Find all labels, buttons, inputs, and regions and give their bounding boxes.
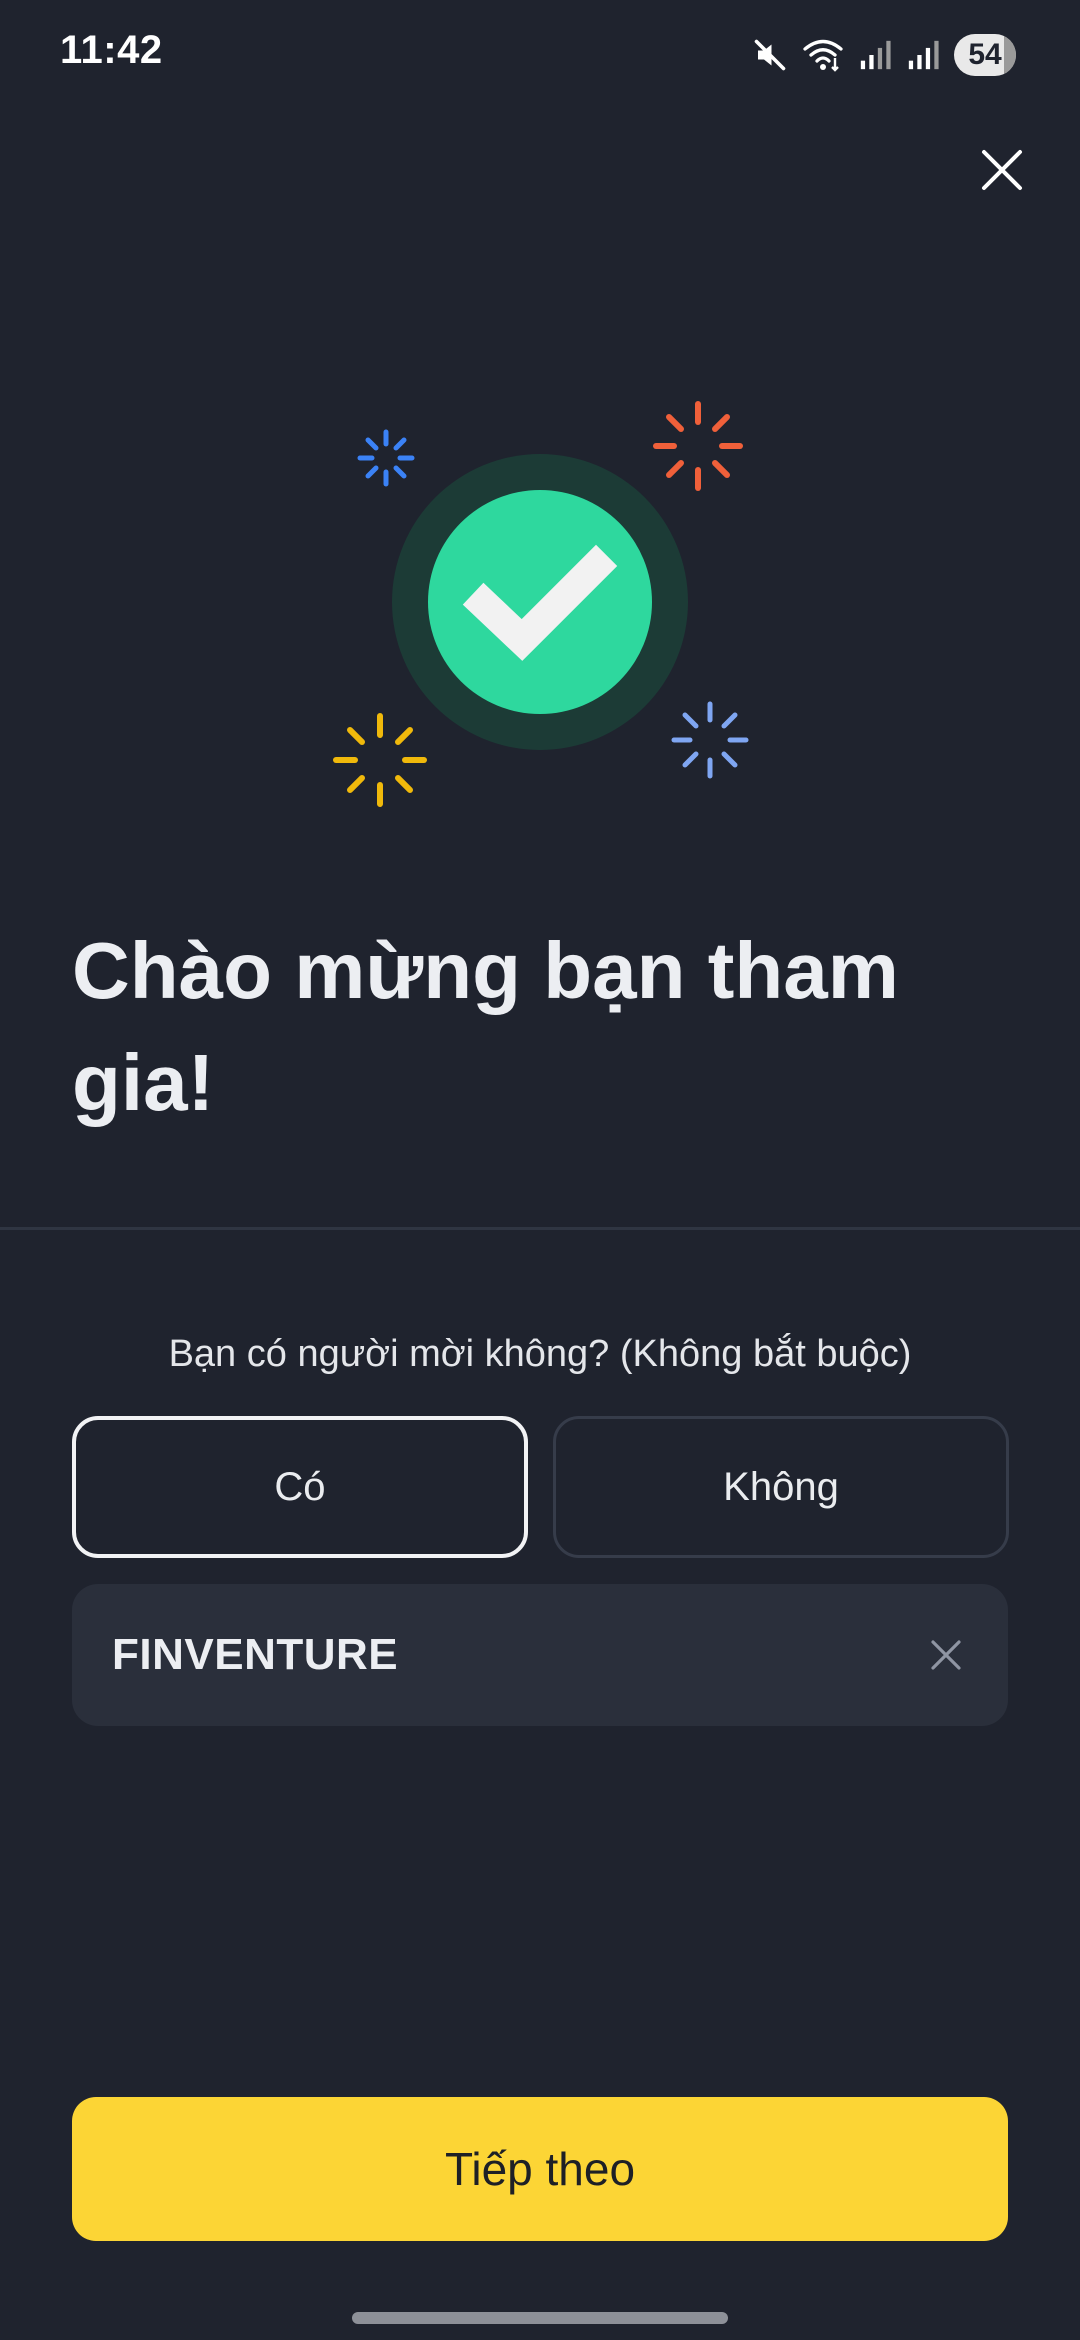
close-button[interactable]	[970, 138, 1034, 202]
spark-icon	[357, 429, 415, 487]
spark-icon	[671, 701, 749, 779]
battery-indicator: 54	[954, 34, 1016, 76]
mute-icon	[752, 37, 788, 73]
spark-icon	[333, 713, 427, 807]
referral-no-button[interactable]: Không	[553, 1416, 1009, 1558]
page-title: Chào mừng bạn tham gia!	[72, 926, 899, 1127]
close-icon	[982, 150, 1022, 190]
battery-level: 54	[968, 38, 1002, 71]
referral-code-input[interactable]: FINVENTURE	[72, 1584, 1008, 1726]
referral-yes-button[interactable]: Có	[72, 1416, 528, 1558]
referral-question: Bạn có người mời không? (Không bắt buộc)	[168, 1333, 912, 1375]
referral-code-value: FINVENTURE	[112, 1630, 399, 1679]
status-icons: 54	[752, 30, 1016, 80]
home-indicator[interactable]	[352, 2312, 728, 2324]
status-bar: 11:42 54	[0, 0, 1080, 110]
welcome-screen: 11:42 54 Chào mừng bạn tham gia! Bạn có …	[0, 0, 1080, 2340]
success-illustration	[320, 390, 760, 830]
clear-icon	[931, 1640, 961, 1670]
divider	[0, 1227, 1080, 1230]
signal-icon	[858, 38, 892, 72]
signal-icon	[906, 38, 940, 72]
clear-input-button[interactable]	[922, 1631, 970, 1679]
next-button[interactable]: Tiếp theo	[72, 2097, 1008, 2241]
status-time: 11:42	[60, 28, 163, 72]
spark-icon	[653, 401, 743, 491]
wifi-icon	[802, 37, 844, 73]
